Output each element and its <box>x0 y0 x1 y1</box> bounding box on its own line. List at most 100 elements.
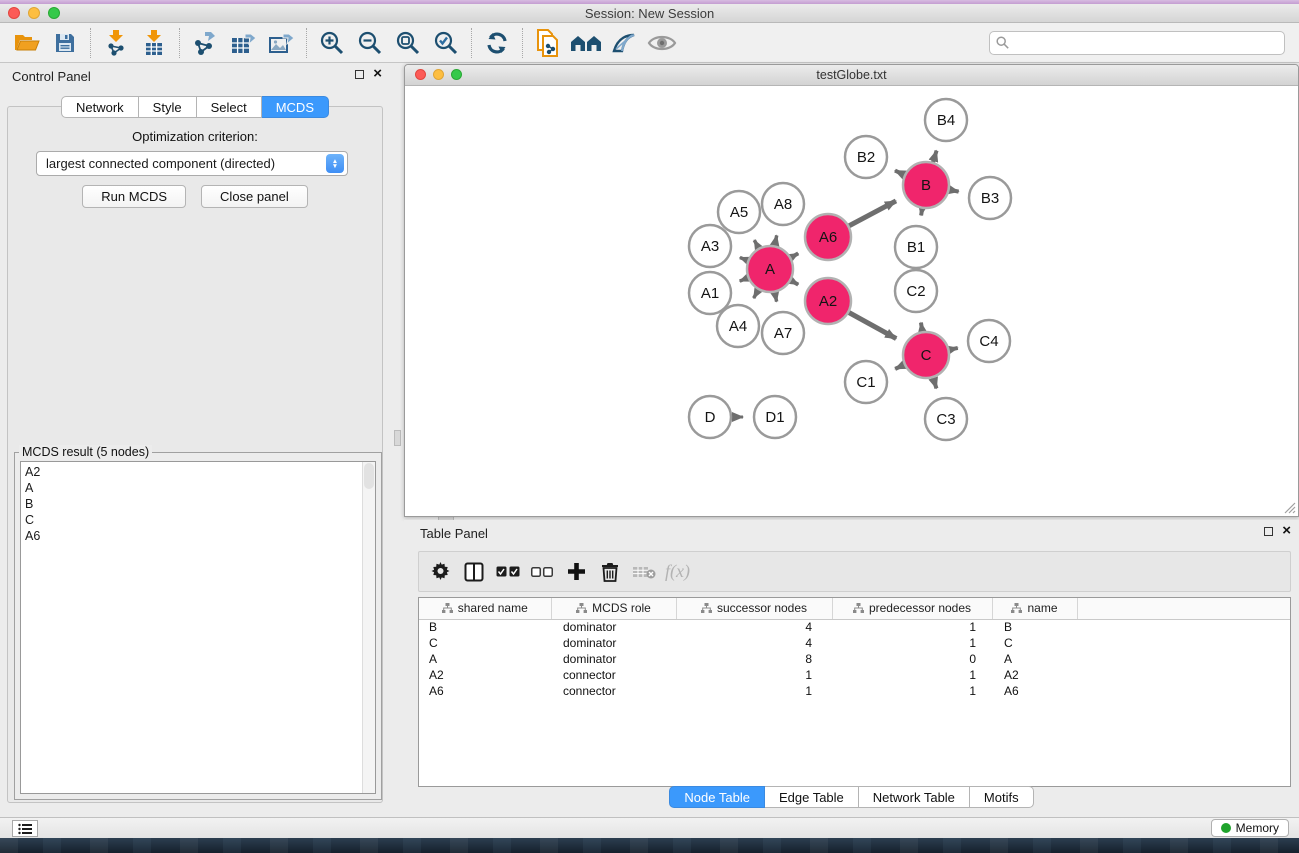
import-network-button[interactable] <box>97 27 135 59</box>
column-header-predecessor-nodes[interactable]: predecessor nodes <box>832 598 992 619</box>
graph-node-B2[interactable]: B2 <box>845 136 887 178</box>
search-input[interactable] <box>1013 36 1278 50</box>
unselect-all-columns-button[interactable] <box>527 557 557 587</box>
graph-node-D1[interactable]: D1 <box>754 396 796 438</box>
graph-node-A7[interactable]: A7 <box>762 312 804 354</box>
select-all-columns-button[interactable] <box>493 557 523 587</box>
resize-grip-icon[interactable] <box>1282 500 1296 514</box>
import-table-button[interactable] <box>135 27 173 59</box>
graph-node-D[interactable]: D <box>689 396 731 438</box>
open-session-button[interactable] <box>8 27 46 59</box>
column-header-successor-nodes[interactable]: successor nodes <box>676 598 832 619</box>
network-window-titlebar[interactable]: testGlobe.txt <box>405 65 1298 86</box>
table-settings-button[interactable] <box>425 557 455 587</box>
tab-select[interactable]: Select <box>197 96 262 118</box>
export-network-button[interactable] <box>186 27 224 59</box>
mcds-result-item[interactable]: B <box>25 496 361 512</box>
cell-MCDS-role[interactable]: dominator <box>551 651 676 667</box>
cell-MCDS-role[interactable]: connector <box>551 683 676 699</box>
cell-shared-name[interactable]: B <box>419 619 551 635</box>
close-panel-icon[interactable]: × <box>373 69 382 79</box>
delete-columns-button[interactable] <box>595 557 625 587</box>
vertical-split-handle[interactable] <box>394 430 401 446</box>
run-mcds-button[interactable]: Run MCDS <box>82 185 186 208</box>
graph-node-B4[interactable]: B4 <box>925 99 967 141</box>
zoom-out-button[interactable] <box>351 27 389 59</box>
graph-node-C2[interactable]: C2 <box>895 270 937 312</box>
cell-MCDS-role[interactable]: dominator <box>551 635 676 651</box>
show-columns-button[interactable] <box>459 557 489 587</box>
task-history-button[interactable] <box>12 820 38 837</box>
graph-node-C3[interactable]: C3 <box>925 398 967 440</box>
tab-network[interactable]: Network <box>61 96 139 118</box>
network-from-file-button[interactable] <box>529 27 567 59</box>
cell-successor-nodes[interactable]: 4 <box>676 619 832 635</box>
column-header-shared-name[interactable]: shared name <box>419 598 551 619</box>
cell-predecessor-nodes[interactable]: 1 <box>832 635 992 651</box>
save-session-button[interactable] <box>46 27 84 59</box>
graph-node-B[interactable]: B <box>903 162 949 208</box>
tab-node-table[interactable]: Node Table <box>669 786 765 808</box>
tab-mcds[interactable]: MCDS <box>262 96 329 118</box>
tab-edge-table[interactable]: Edge Table <box>765 786 859 808</box>
cell-name[interactable]: C <box>992 635 1077 651</box>
close-table-panel-icon[interactable]: × <box>1282 526 1291 536</box>
export-table-button[interactable] <box>224 27 262 59</box>
graph-node-A3[interactable]: A3 <box>689 225 731 267</box>
show-hidden-button[interactable] <box>643 27 681 59</box>
cell-successor-nodes[interactable]: 1 <box>676 667 832 683</box>
graph-node-C4[interactable]: C4 <box>968 320 1010 362</box>
table-row[interactable]: Cdominator41C <box>419 635 1290 651</box>
mcds-result-item[interactable]: A2 <box>25 464 361 480</box>
cell-MCDS-role[interactable]: dominator <box>551 619 676 635</box>
cell-shared-name[interactable]: A2 <box>419 667 551 683</box>
zoom-fit-button[interactable] <box>389 27 427 59</box>
close-panel-button[interactable]: Close panel <box>201 185 308 208</box>
mcds-result-item[interactable]: A <box>25 480 361 496</box>
cell-name[interactable]: A6 <box>992 683 1077 699</box>
graph-node-B3[interactable]: B3 <box>969 177 1011 219</box>
float-table-panel-icon[interactable] <box>1264 527 1273 536</box>
hide-selected-button[interactable] <box>605 27 643 59</box>
cell-MCDS-role[interactable]: connector <box>551 667 676 683</box>
cell-predecessor-nodes[interactable]: 1 <box>832 667 992 683</box>
graph-node-A2[interactable]: A2 <box>805 278 851 324</box>
mcds-list-scrollbar[interactable] <box>362 462 375 793</box>
cell-successor-nodes[interactable]: 4 <box>676 635 832 651</box>
graph-node-A[interactable]: A <box>747 246 793 292</box>
tab-motifs[interactable]: Motifs <box>970 786 1034 808</box>
cell-successor-nodes[interactable]: 8 <box>676 651 832 667</box>
column-header-name[interactable]: name <box>992 598 1077 619</box>
column-header-MCDS-role[interactable]: MCDS role <box>551 598 676 619</box>
mcds-result-item[interactable]: A6 <box>25 528 361 544</box>
zoom-selected-button[interactable] <box>427 27 465 59</box>
export-image-button[interactable] <box>262 27 300 59</box>
network-canvas[interactable]: B4B2BB3A5A8A6B1A3AC2A1A2A4A7C4CC1C3DD1 <box>405 86 1298 516</box>
cell-shared-name[interactable]: C <box>419 635 551 651</box>
criterion-dropdown[interactable]: largest connected component (directed) ▲… <box>36 151 348 176</box>
delete-table-button[interactable] <box>629 557 659 587</box>
graph-node-A8[interactable]: A8 <box>762 183 804 225</box>
table-row[interactable]: A2connector11A2 <box>419 667 1290 683</box>
cell-predecessor-nodes[interactable]: 1 <box>832 619 992 635</box>
first-neighbors-button[interactable] <box>567 27 605 59</box>
table-row[interactable]: A6connector11A6 <box>419 683 1290 699</box>
table-row[interactable]: Adominator80A <box>419 651 1290 667</box>
cell-successor-nodes[interactable]: 1 <box>676 683 832 699</box>
zoom-in-button[interactable] <box>313 27 351 59</box>
cell-name[interactable]: A <box>992 651 1077 667</box>
create-column-button[interactable] <box>561 557 591 587</box>
cell-predecessor-nodes[interactable]: 1 <box>832 683 992 699</box>
graph-node-A5[interactable]: A5 <box>718 191 760 233</box>
graph-node-A6[interactable]: A6 <box>805 214 851 260</box>
graph-node-B1[interactable]: B1 <box>895 226 937 268</box>
graph-node-A1[interactable]: A1 <box>689 272 731 314</box>
cell-shared-name[interactable]: A6 <box>419 683 551 699</box>
mcds-result-item[interactable]: C <box>25 512 361 528</box>
cell-shared-name[interactable]: A <box>419 651 551 667</box>
cell-name[interactable]: B <box>992 619 1077 635</box>
search-field[interactable] <box>989 31 1285 55</box>
graph-node-C[interactable]: C <box>903 332 949 378</box>
memory-button[interactable]: Memory <box>1211 819 1289 837</box>
tab-style[interactable]: Style <box>139 96 197 118</box>
